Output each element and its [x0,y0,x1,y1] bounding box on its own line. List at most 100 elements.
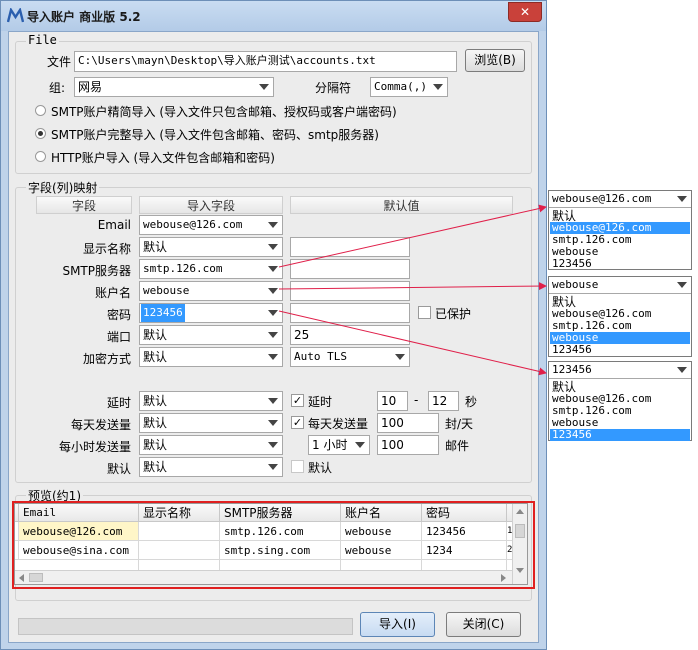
table-cell-email[interactable]: webouse@sina.com [19,541,139,560]
dropdown-password-combo[interactable]: 123456 [549,362,691,379]
window-title: 导入账户 商业版 5.2 [27,10,141,24]
progress-bar [18,618,353,635]
table-cell-account-name[interactable]: webouse [341,541,422,560]
chevron-down-icon [677,196,687,202]
dropdown-account-combo[interactable]: webouse [549,277,691,294]
table-cell-smtp-server[interactable]: smtp.sing.com [220,541,341,560]
separator-select[interactable]: Comma(,) [370,77,448,97]
hourly-value: 默认 [143,438,168,452]
delay-from-input[interactable]: 10 [377,391,408,411]
chevron-down-icon [268,354,278,360]
hourly-select[interactable]: 默认 [139,435,283,455]
daily-select[interactable]: 默认 [139,413,283,433]
dropdown-email-demo[interactable]: webouse@126.com 默认 webouse@126.com smtp.… [548,190,692,270]
field-label-delay: 延时 [106,396,131,410]
radio-smtp-full[interactable] [35,128,46,139]
title-bar[interactable]: 导入账户 商业版 5.2 ✕ [1,1,546,31]
password-default-input[interactable] [290,303,410,323]
port-value: 默认 [143,328,168,342]
table-cell-email[interactable]: webouse@126.com [19,522,139,541]
chevron-down-icon [677,282,687,288]
table-cell-display-name[interactable] [139,522,220,541]
horizontal-scrollbar[interactable] [15,570,512,584]
protected-checkbox[interactable] [418,306,431,319]
daily-checkbox[interactable]: ✓ [291,416,304,429]
protected-label: 已保护 [435,307,472,321]
field-label-password: 密码 [106,308,131,322]
chevron-down-icon [677,367,687,373]
password-value: 123456 [141,304,185,322]
password-select[interactable]: 123456 [139,303,283,323]
default-select[interactable]: 默认 [139,457,283,477]
delay-to-input[interactable]: 12 [428,391,459,411]
default-check-label: 默认 [308,461,333,475]
table-cell-display-name[interactable] [139,541,220,560]
scroll-right-icon[interactable] [501,574,506,582]
chevron-down-icon [268,420,278,426]
column-header-default: 默认值 [290,196,513,214]
scroll-h-thumb[interactable] [29,573,43,582]
file-path-input[interactable]: C:\Users\mayn\Desktop\导入账户测试\accounts.tx… [74,51,457,72]
hourly-period-select[interactable]: 1 小时 [308,435,370,455]
delay-select[interactable]: 默认 [139,391,283,411]
scroll-thumb[interactable] [515,524,525,538]
grid-header-email[interactable]: Email [19,504,139,522]
grid-header-password[interactable]: 密码 [422,504,507,522]
delay-dash: - [414,393,419,407]
encryption-default-select[interactable]: Auto TLS [290,347,410,367]
close-window-button[interactable]: ✕ [508,2,542,22]
browse-button[interactable]: 浏览(B) [465,49,525,72]
daily-check-label: 每天发送量 [308,417,369,431]
table-cell-account-name[interactable]: webouse [341,522,422,541]
field-label-hourly: 每小时发送量 [58,440,131,454]
encryption-select[interactable]: 默认 [139,347,283,367]
file-group-title: File [26,33,59,47]
field-label-smtp-server: SMTP服务器 [62,264,131,278]
scroll-left-icon[interactable] [19,574,24,582]
chevron-down-icon [268,222,278,228]
table-cell-smtp-server[interactable]: smtp.126.com [220,522,341,541]
email-field-select[interactable]: webouse@126.com [139,215,283,235]
hourly-input[interactable]: 100 [377,435,439,455]
default-checkbox[interactable] [291,460,304,473]
scroll-down-icon[interactable] [516,568,524,573]
option-smtp-full-label: SMTP账户完整导入 (导入文件包含邮箱、密码、smtp服务器) [51,128,379,142]
account-name-select[interactable]: webouse [139,281,283,301]
port-default-input[interactable]: 25 [290,325,410,345]
preview-grid[interactable]: Email 显示名称 SMTP服务器 账户名 密码 webouse@126.co… [14,503,528,585]
grid-header-smtp-server[interactable]: SMTP服务器 [220,504,341,522]
table-cell-password[interactable]: 123456 [422,522,507,541]
delay-check-label: 延时 [308,395,333,409]
port-select[interactable]: 默认 [139,325,283,345]
delay-checkbox[interactable]: ✓ [291,394,304,407]
dropdown-account-value: webouse [552,278,599,291]
display-name-default-input[interactable] [290,237,410,257]
chevron-down-icon [268,266,278,272]
grid-header-display-name[interactable]: 显示名称 [139,504,220,522]
encryption-value: 默认 [143,350,168,364]
daily-input[interactable]: 100 [377,413,439,433]
radio-smtp-simple[interactable] [35,105,46,116]
grid-header-account-name[interactable]: 账户名 [341,504,422,522]
dropdown-email-combo[interactable]: webouse@126.com [549,191,691,208]
dropdown-item[interactable]: 123456 [550,258,592,270]
smtp-server-select[interactable]: smtp.126.com [139,259,283,279]
vertical-scrollbar[interactable] [512,504,527,584]
radio-http[interactable] [35,151,46,162]
scroll-up-icon[interactable] [516,509,524,514]
field-label-display-name: 显示名称 [82,242,131,256]
import-button[interactable]: 导入(I) [360,612,435,637]
dropdown-account-demo[interactable]: webouse 默认 webouse@126.com smtp.126.com … [548,276,692,357]
dropdown-password-demo[interactable]: 123456 默认 webouse@126.com smtp.126.com w… [548,361,692,441]
smtp-server-default-input[interactable] [290,259,410,279]
display-name-select[interactable]: 默认 [139,237,283,257]
dropdown-item[interactable]: 123456 [550,429,690,441]
table-cell-password[interactable]: 1234 [422,541,507,560]
chevron-down-icon [268,244,278,250]
chevron-down-icon [268,464,278,470]
account-name-default-input[interactable] [290,281,410,301]
chevron-down-icon [268,310,278,316]
group-select[interactable]: 网易 [74,77,274,97]
dropdown-item[interactable]: 123456 [550,344,592,356]
close-button[interactable]: 关闭(C) [446,612,521,637]
